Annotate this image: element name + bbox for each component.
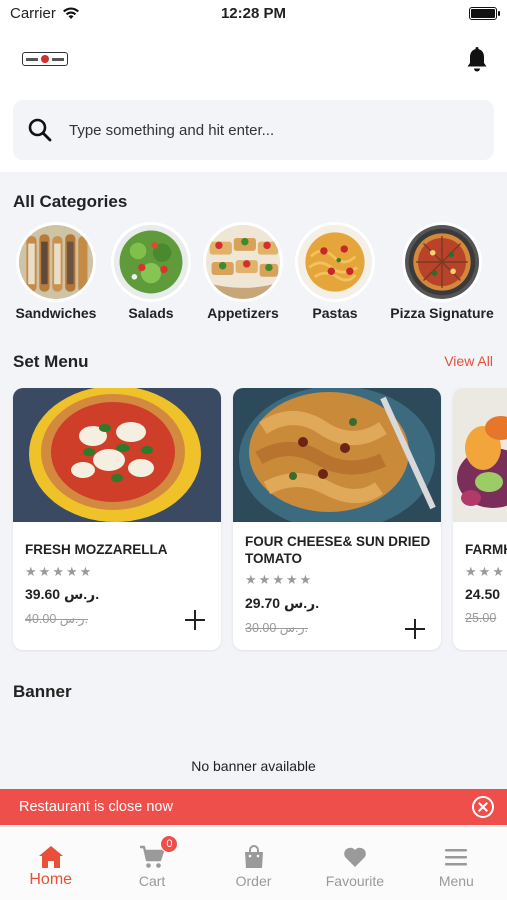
product-price: 39.60 ر.س. xyxy=(25,586,100,602)
bag-icon xyxy=(244,845,263,868)
category-label: Pastas xyxy=(312,305,358,321)
restaurant-closed-bar: Restaurant is close now xyxy=(0,789,507,825)
star-icon: ★ xyxy=(272,572,284,587)
product-name: FRESH MOZZARELLA xyxy=(25,542,168,557)
product-name: FOUR CHEESE& SUN DRIED TOMATO xyxy=(245,534,431,566)
product-name: FARMHOUSE xyxy=(465,542,507,557)
star-icon: ★ xyxy=(25,564,37,579)
category-pastas[interactable]: Pastas xyxy=(295,222,375,321)
categories-title: All Categories xyxy=(13,192,128,211)
appetizers-image xyxy=(203,222,283,302)
carrier-label: Carrier xyxy=(10,4,56,22)
pizza-signature-image xyxy=(402,222,482,302)
category-label: Salads xyxy=(128,305,174,321)
star-icon: ★ xyxy=(65,564,78,579)
star-icon: ★ xyxy=(79,564,92,579)
star-icon: ★ xyxy=(52,564,64,579)
search-area xyxy=(0,92,507,172)
tab-menu[interactable]: Menu xyxy=(406,827,507,900)
star-icon: ★ xyxy=(285,572,298,587)
status-left: Carrier xyxy=(10,5,80,22)
view-all-link[interactable]: View All xyxy=(444,353,493,369)
product-card[interactable]: FRESH MOZZARELLA ★ ★ ★ ★ ★ 39.60 ر.س. 40.00 … xyxy=(13,388,221,650)
product-image xyxy=(453,388,507,522)
search-icon xyxy=(28,118,52,142)
search-box[interactable] xyxy=(13,100,494,160)
category-label: Sandwiches xyxy=(15,305,97,321)
star-icon: ★ xyxy=(465,564,477,579)
wifi-icon xyxy=(62,7,79,19)
category-salads[interactable]: Salads xyxy=(111,222,191,321)
add-to-cart-button[interactable] xyxy=(405,619,425,639)
star-icon: ★ xyxy=(38,564,51,579)
category-appetizers[interactable]: Appetizers xyxy=(203,222,283,321)
product-card[interactable]: FARMHOUSE ★★★★★ 24.50 25.00 xyxy=(453,388,507,650)
tab-label: Menu xyxy=(438,873,474,889)
category-sandwiches[interactable]: Sandwiches xyxy=(16,222,96,321)
star-icon: ★ xyxy=(492,564,504,579)
rating-stars: ★★★★★ xyxy=(465,564,507,580)
rating-stars: ★★★★★ xyxy=(245,572,311,588)
tab-label: Favourite xyxy=(325,873,385,889)
star-icon: ★ xyxy=(258,572,271,587)
app-header xyxy=(0,26,507,92)
cart-badge: 0 xyxy=(160,835,179,853)
rating-stars: ★★★★★ xyxy=(25,564,91,580)
tab-home[interactable]: Home xyxy=(0,827,101,900)
tab-cart[interactable]: 0 Cart xyxy=(101,827,202,900)
product-old-price: 30.00 ر.س. xyxy=(245,621,309,635)
pastas-image xyxy=(295,222,375,302)
close-icon[interactable] xyxy=(472,796,494,818)
banner-title: Banner xyxy=(13,682,72,701)
tab-label: Home xyxy=(29,871,73,888)
tab-label: Order xyxy=(235,873,272,889)
star-icon: ★ xyxy=(299,572,312,587)
battery-icon xyxy=(469,6,500,20)
categories-row: Sandwiches Salads Appetizers Pastas Pizz… xyxy=(0,222,507,326)
category-label: Appetizers xyxy=(207,305,279,321)
bell-icon[interactable] xyxy=(465,46,489,74)
product-carousel[interactable]: FRESH MOZZARELLA ★ ★ ★ ★ ★ 39.60 ر.س. 40.00 … xyxy=(0,388,507,652)
tab-order[interactable]: Order xyxy=(203,827,304,900)
heart-icon xyxy=(344,847,366,867)
category-label: Pizza Signature xyxy=(390,305,494,321)
tab-label: Cart xyxy=(138,873,166,889)
brand-logo[interactable] xyxy=(22,52,68,66)
tab-favourite[interactable]: Favourite xyxy=(304,827,405,900)
product-price: 24.50 xyxy=(465,586,501,602)
search-input[interactable] xyxy=(69,121,469,139)
product-price: 29.70 ر.س. xyxy=(245,595,320,611)
status-bar: Carrier 12:28 PM xyxy=(0,0,507,26)
add-to-cart-button[interactable] xyxy=(185,610,205,630)
product-card[interactable]: FOUR CHEESE& SUN DRIED TOMATO ★ ★ ★ ★ ★ 29.7… xyxy=(233,388,441,650)
product-image xyxy=(13,388,221,522)
home-icon xyxy=(38,846,63,868)
salads-image xyxy=(111,222,191,302)
product-old-price: 40.00 ر.س. xyxy=(25,612,89,626)
product-old-price: 25.00 xyxy=(465,611,497,625)
star-icon: ★ xyxy=(478,564,491,579)
tab-bar: Home 0 Cart Order Favourite Menu xyxy=(0,826,507,900)
restaurant-status-text: Restaurant is close now xyxy=(19,799,173,815)
set-menu-title: Set Menu xyxy=(13,352,89,371)
banner-empty-message: No banner available xyxy=(191,758,316,774)
menu-icon xyxy=(445,849,468,866)
category-pizza-signature[interactable]: Pizza Signature xyxy=(388,222,496,321)
sandwiches-image xyxy=(16,222,96,302)
star-icon: ★ xyxy=(245,572,257,587)
product-image xyxy=(233,388,441,530)
